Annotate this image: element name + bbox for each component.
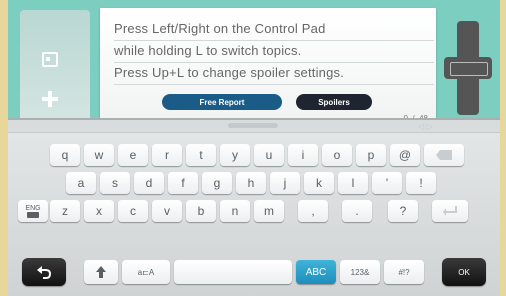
shift-arrow-glyph (96, 266, 106, 278)
screen-frame: Press Left/Right on the Control Pad whil… (8, 0, 500, 296)
key-l[interactable]: l (338, 172, 368, 194)
case-toggle-key[interactable]: a⊏A (122, 260, 170, 284)
dpad-panel (442, 10, 494, 126)
plus-icon-glyph (42, 91, 58, 107)
dpad-icon[interactable] (444, 21, 492, 115)
key-p[interactable]: p (356, 144, 386, 166)
hint-line-1: Press Left/Right on the Control Pad (114, 18, 434, 41)
language-label: ENG (25, 204, 41, 212)
key-m[interactable]: m (254, 200, 284, 222)
key-h[interactable]: h (236, 172, 266, 194)
key-j[interactable]: j (270, 172, 300, 194)
key-s[interactable]: s (100, 172, 130, 194)
keyboard-nav-icon: ◁ ▷ (418, 122, 433, 131)
key-z[interactable]: z (50, 200, 80, 222)
numbers-mode-key[interactable]: 123& (340, 260, 380, 284)
key-y[interactable]: y (220, 144, 250, 166)
key-i[interactable]: i (288, 144, 318, 166)
back-arrow-icon[interactable] (22, 258, 66, 286)
enter-icon-glyph (443, 206, 457, 216)
software-keyboard: ◁ ▷ q w e r t y u i o p @ a s d f g h j … (8, 118, 500, 296)
key-k[interactable]: k (304, 172, 334, 194)
key-r[interactable]: r (152, 144, 182, 166)
backspace-icon[interactable] (424, 144, 464, 166)
key-q[interactable]: q (50, 144, 80, 166)
key-a[interactable]: a (66, 172, 96, 194)
keyboard-handle (228, 123, 278, 128)
ok-button[interactable]: OK (442, 258, 486, 286)
key-f[interactable]: f (168, 172, 198, 194)
key-g[interactable]: g (202, 172, 232, 194)
post-text-area[interactable]: Press Left/Right on the Control Pad whil… (100, 8, 436, 126)
key-at[interactable]: @ (390, 144, 420, 166)
key-period[interactable]: . (342, 200, 372, 222)
dpad-indicator (450, 62, 488, 76)
key-apostrophe[interactable]: ' (372, 172, 402, 194)
key-o[interactable]: o (322, 144, 352, 166)
key-x[interactable]: x (84, 200, 114, 222)
calendar-icon[interactable] (32, 44, 68, 74)
key-w[interactable]: w (84, 144, 114, 166)
abc-mode-key[interactable]: ABC (296, 260, 336, 284)
space-bar[interactable] (174, 260, 292, 284)
backspace-icon-glyph (436, 150, 452, 160)
key-u[interactable]: u (254, 144, 284, 166)
spoilers-button[interactable]: Spoilers (296, 94, 372, 110)
key-question[interactable]: ? (388, 200, 418, 222)
calendar-icon-glyph (42, 52, 58, 67)
plus-icon[interactable] (32, 84, 68, 114)
back-arrow-glyph (37, 266, 51, 279)
key-e[interactable]: e (118, 144, 148, 166)
key-comma[interactable]: , (298, 200, 328, 222)
keyboard-icon (27, 211, 39, 218)
hint-line-2: while holding L to switch topics. (114, 40, 434, 63)
key-n[interactable]: n (220, 200, 250, 222)
key-c[interactable]: c (118, 200, 148, 222)
key-exclamation[interactable]: ! (406, 172, 436, 194)
hint-line-3: Press Up+L to change spoiler settings. (114, 62, 434, 85)
key-v[interactable]: v (152, 200, 182, 222)
key-b[interactable]: b (186, 200, 216, 222)
key-t[interactable]: t (186, 144, 216, 166)
language-key[interactable]: ENG (18, 200, 48, 222)
shift-arrow-icon[interactable] (84, 260, 118, 284)
enter-icon[interactable] (432, 200, 468, 222)
key-d[interactable]: d (134, 172, 164, 194)
free-report-button[interactable]: Free Report (162, 94, 282, 110)
symbols-mode-key[interactable]: #!? (384, 260, 424, 284)
